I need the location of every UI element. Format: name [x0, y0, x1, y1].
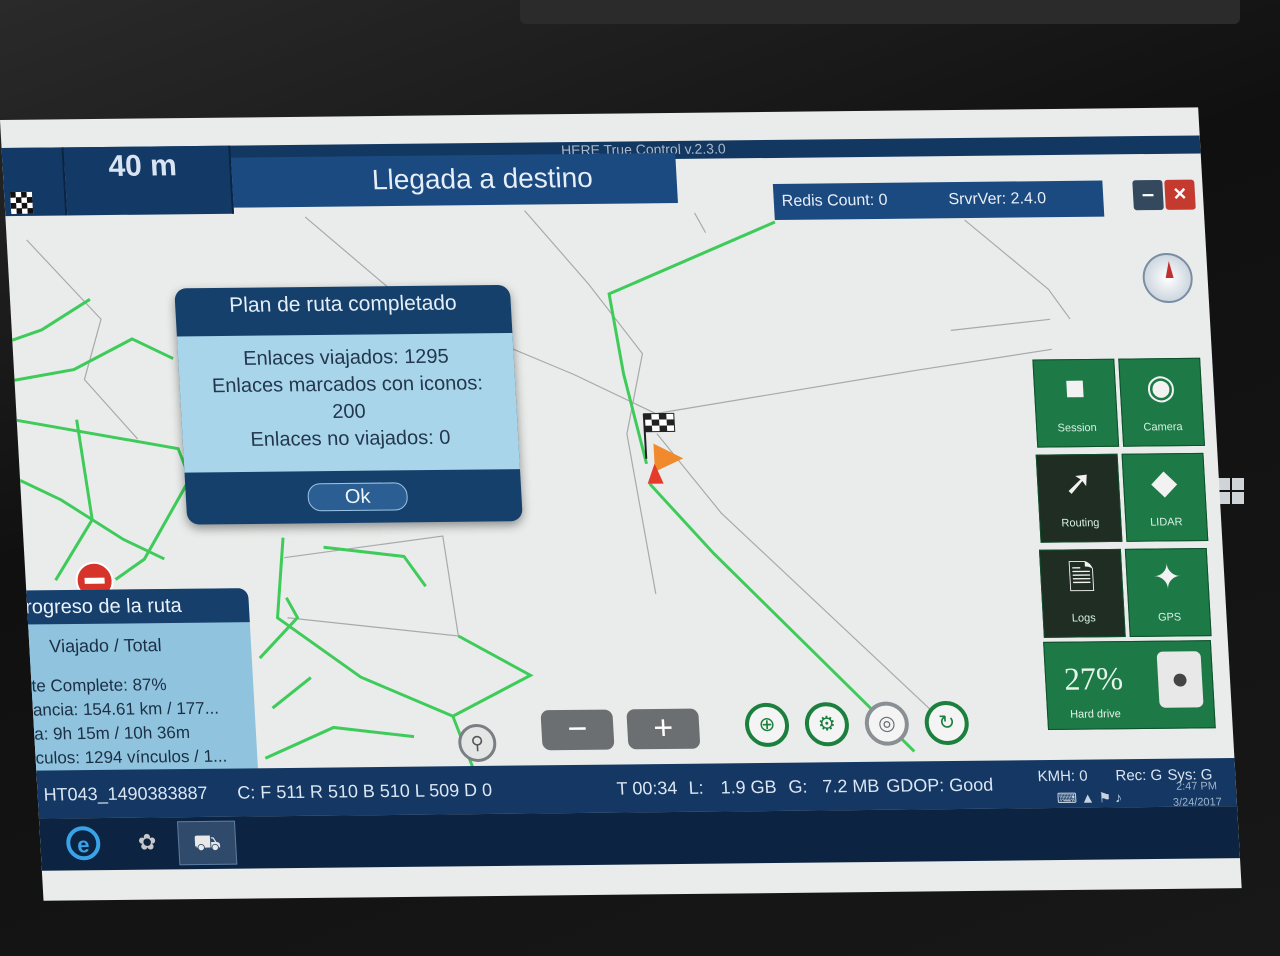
progress-subtitle: Viajado / Total: [48, 635, 163, 657]
gps-tile[interactable]: ✦ GPS: [1124, 548, 1212, 637]
links-travelled: Enlaces viajados: 1295: [242, 345, 450, 370]
l-label: L:: [688, 777, 705, 798]
windows-logo-icon: [1218, 478, 1244, 504]
documents-icon: 🗎: [1066, 559, 1097, 598]
distance-readout: 40 m: [63, 145, 235, 216]
server-status-bar: Redis Count: 0 SrvrVer: 2.4.0: [772, 180, 1105, 221]
progress-distance: ancia: 154.61 km / 177...: [32, 698, 220, 720]
links-not-travelled: Enlaces no viajados: 0: [249, 426, 451, 451]
lidar-tile[interactable]: ◆ LIDAR: [1121, 452, 1209, 542]
logs-tile[interactable]: 🗎 Logs: [1038, 548, 1126, 638]
hard-drive-label: Hard drive: [1069, 708, 1122, 721]
session-label: Session: [1057, 421, 1098, 435]
tray-time: 2:47 PM: [1175, 780, 1218, 793]
capture-counts: C: F 511 R 510 B 510 L 509 D 0: [236, 779, 493, 803]
l-value: 1.9 GB: [719, 776, 778, 798]
gdop-status: GDOP: Good: [885, 774, 994, 796]
tray-date: 3/24/2017: [1172, 796, 1223, 809]
speed-kmh: KMH: 0: [1037, 767, 1089, 786]
logs-label: Logs: [1071, 612, 1097, 625]
route-complete-dialog: Plan de ruta completado Enlaces viajados…: [174, 284, 523, 525]
dialog-body: Enlaces viajados: 1295 Enlaces marcados …: [176, 332, 520, 473]
dialog-title: Plan de ruta completado: [228, 291, 458, 317]
lidar-label: LIDAR: [1149, 516, 1183, 529]
camera-label: Camera: [1143, 421, 1183, 434]
ok-button[interactable]: Ok: [306, 482, 409, 512]
routing-arrow-icon: ➚: [1062, 464, 1094, 503]
app-launcher-icon[interactable]: ✿: [131, 827, 163, 857]
app-screen: HERE True Control v.2.3.0 40 m Llegada a…: [0, 107, 1242, 901]
routing-tile[interactable]: ➚ Routing: [1035, 453, 1123, 543]
zoom-out-button[interactable]: −: [540, 709, 615, 751]
stop-icon: ■: [1063, 369, 1087, 408]
zoom-in-button[interactable]: +: [626, 708, 701, 750]
progress-links: culos: 1294 vínculos / 1...: [35, 746, 228, 768]
satellite-icon: ✦: [1152, 558, 1183, 597]
redis-count: Redis Count: 0: [781, 191, 888, 210]
windows-taskbar: e ✿ ⛟: [38, 806, 1240, 871]
progress-time: a: 9h 15m / 10h 36m: [33, 722, 191, 744]
hard-drive-icon: ●: [1156, 651, 1204, 708]
destination-flag-icon: [10, 191, 34, 215]
minimize-button[interactable]: –: [1132, 179, 1164, 211]
route-progress-panel: rogreso de la ruta Viajado / Total te Co…: [16, 588, 259, 783]
progress-title: rogreso de la ruta: [16, 588, 250, 625]
instruction-message: Llegada a destino: [230, 152, 678, 208]
session-tile[interactable]: ■ Session: [1032, 358, 1120, 448]
internet-explorer-icon[interactable]: e: [65, 826, 102, 861]
links-marked-count: 200: [331, 400, 367, 423]
server-version: SrvrVer: 2.4.0: [948, 190, 1047, 209]
progress-complete: te Complete: 87%: [31, 675, 168, 696]
rec-status: Rec: G: [1115, 766, 1163, 785]
hard-drive-tile[interactable]: 27% Hard drive ●: [1043, 640, 1216, 730]
close-button[interactable]: ×: [1164, 179, 1196, 210]
lidar-icon: ◆: [1149, 463, 1179, 502]
camera-tile[interactable]: ◉ Camera: [1118, 357, 1206, 447]
links-marked: Enlaces marcados con iconos:: [211, 372, 484, 398]
g-label: G:: [787, 776, 808, 797]
camera-icon: ◉: [1144, 368, 1177, 407]
device-top-edge: [520, 0, 1240, 24]
system-tray-icons[interactable]: ⌨ ▲ ⚑ ♪: [1056, 789, 1122, 807]
gps-label: GPS: [1157, 611, 1182, 624]
hard-drive-percent: 27%: [1063, 660, 1124, 697]
routing-label: Routing: [1061, 517, 1100, 530]
maneuver-panel[interactable]: [1, 147, 68, 217]
true-control-taskbar-icon[interactable]: ⛟: [176, 820, 238, 866]
g-value: 7.2 MB: [821, 775, 880, 797]
window-controls: – ×: [1132, 179, 1198, 215]
elapsed-time: T 00:34: [616, 777, 678, 799]
destination-flag-icon: [642, 412, 684, 484]
drive-id: HT043_1490383887: [43, 782, 209, 805]
